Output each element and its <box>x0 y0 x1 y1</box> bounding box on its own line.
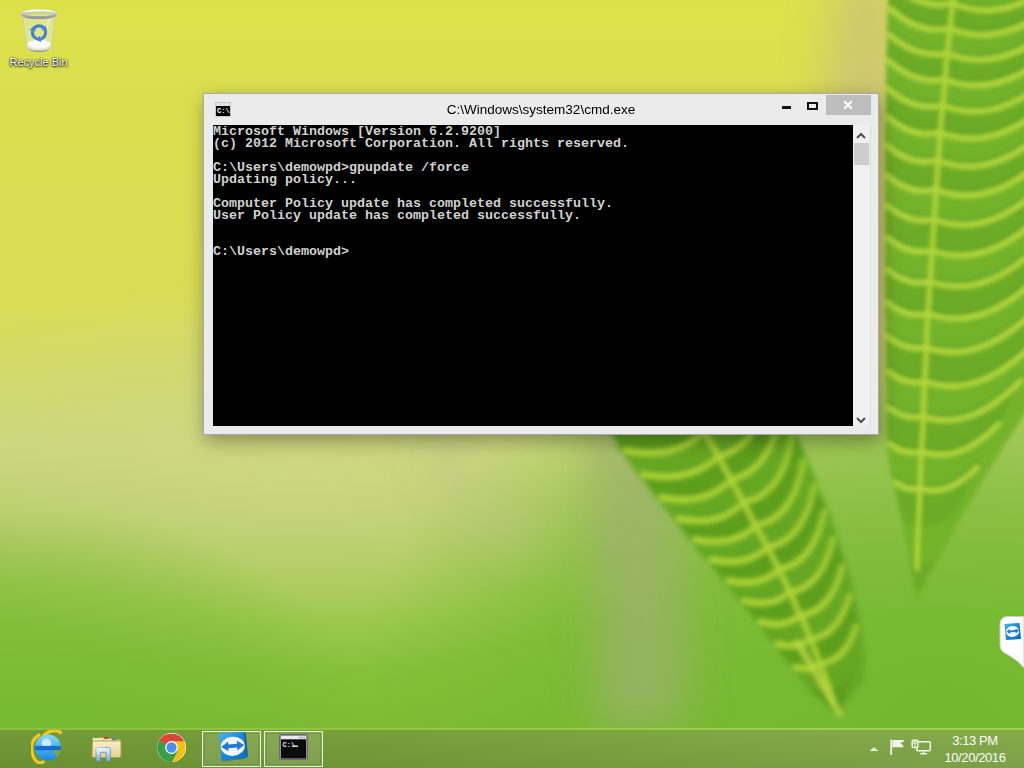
svg-text:C:\: C:\ <box>283 741 296 749</box>
